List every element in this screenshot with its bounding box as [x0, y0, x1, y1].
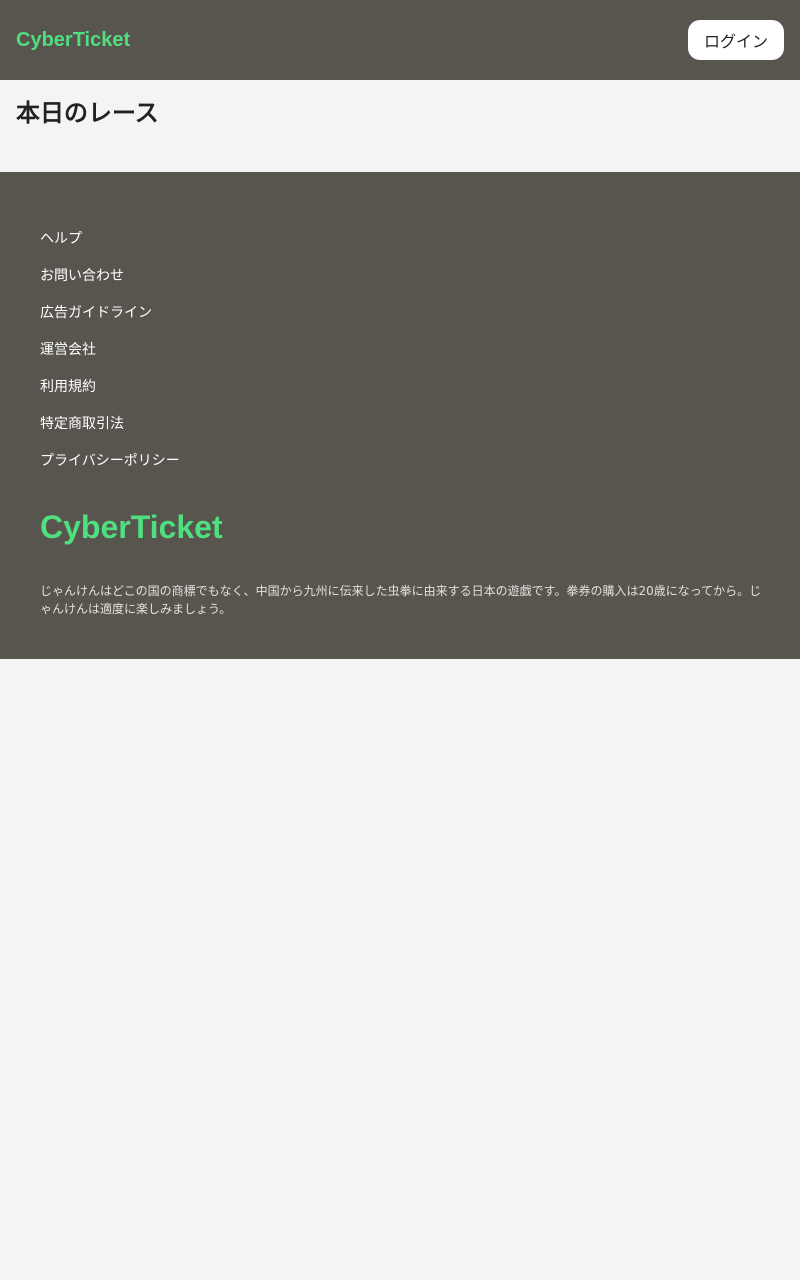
footer-link-ad-guidelines[interactable]: 広告ガイドライン: [40, 305, 152, 321]
footer-link-commercial-law[interactable]: 特定商取引法: [40, 416, 124, 432]
header-logo[interactable]: CyberTicket: [16, 27, 130, 53]
footer-link-item: 広告ガイドライン: [40, 302, 180, 339]
page-title: 本日のレース: [16, 99, 159, 127]
footer-link-item: お問い合わせ: [40, 265, 180, 302]
footer-logo: CyberTicket: [40, 509, 223, 545]
site-footer: ヘルプ お問い合わせ 広告ガイドライン 運営会社 利用規約 特定商取引法 プライ…: [0, 172, 800, 659]
login-button[interactable]: ログイン: [688, 20, 784, 60]
footer-disclaimer: じゃんけんはどこの国の商標でもなく、中国から九州に伝来した虫拳に由来する日本の遊…: [40, 584, 762, 616]
footer-link-item: 特定商取引法: [40, 413, 180, 450]
footer-link-help[interactable]: ヘルプ: [40, 231, 82, 247]
footer-links: ヘルプ お問い合わせ 広告ガイドライン 運営会社 利用規約 特定商取引法 プライ…: [40, 228, 180, 487]
footer-link-contact[interactable]: お問い合わせ: [40, 268, 124, 284]
footer-link-terms[interactable]: 利用規約: [40, 379, 96, 395]
footer-link-item: ヘルプ: [40, 228, 180, 265]
site-header: CyberTicket ログイン: [0, 0, 800, 80]
footer-link-item: 運営会社: [40, 339, 180, 376]
footer-link-item: 利用規約: [40, 376, 180, 413]
footer-link-company[interactable]: 運営会社: [40, 342, 96, 358]
footer-link-item: プライバシーポリシー: [40, 450, 180, 487]
footer-link-privacy[interactable]: プライバシーポリシー: [40, 453, 180, 469]
